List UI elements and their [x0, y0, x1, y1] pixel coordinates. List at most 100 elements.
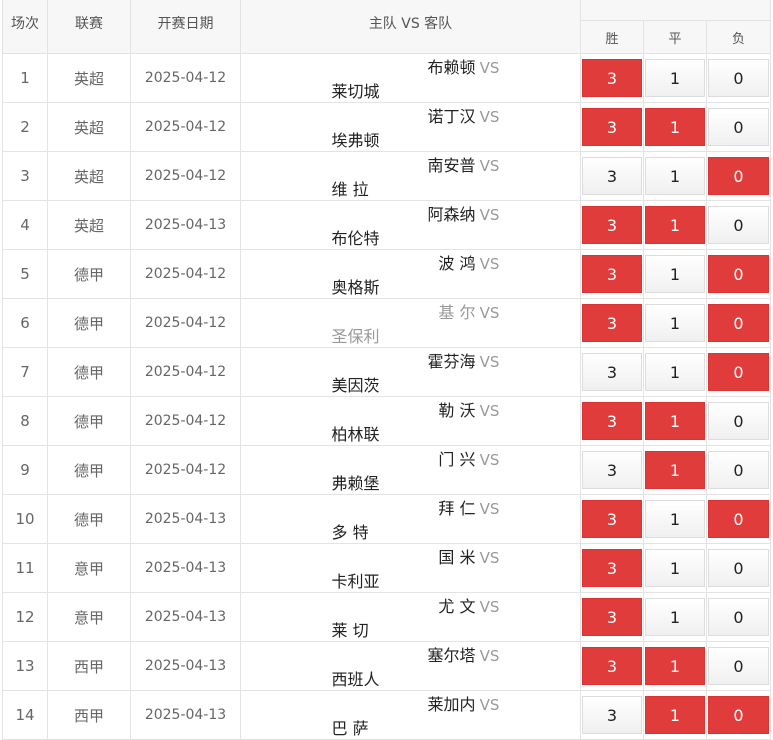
- draw-option-button[interactable]: 1: [645, 402, 705, 440]
- option-cell: 1: [643, 543, 707, 593]
- col-header-draw: 平: [643, 20, 707, 54]
- option-cell: 3: [580, 298, 644, 348]
- away-team: 多 特: [331, 523, 369, 542]
- option-cell: 0: [705, 347, 772, 397]
- match-number: 2: [2, 102, 48, 152]
- lose-option-button[interactable]: 0: [708, 157, 770, 195]
- lose-option-button[interactable]: 0: [708, 549, 770, 587]
- win-option-button[interactable]: 3: [582, 402, 642, 440]
- lose-option-button[interactable]: 0: [708, 451, 770, 489]
- win-option-button[interactable]: 3: [582, 353, 642, 391]
- vs-label: VS: [479, 108, 500, 126]
- win-option-button[interactable]: 3: [582, 500, 642, 538]
- league-name: 英超: [47, 53, 131, 103]
- draw-option-button[interactable]: 1: [645, 304, 705, 342]
- match-date: 2025-04-12: [130, 102, 241, 152]
- lose-option-button[interactable]: 0: [708, 647, 770, 685]
- match-teams-cell: 拜 仁 VS 多 特: [240, 494, 581, 544]
- table-row: 6 德甲 2025-04-12 基 尔 VS 圣保利 3 1 0: [2, 298, 772, 348]
- draw-option-button[interactable]: 1: [645, 647, 705, 685]
- lose-option-button[interactable]: 0: [708, 500, 770, 538]
- draw-option-button[interactable]: 1: [645, 598, 705, 636]
- col-header-idx: 场次: [2, 0, 48, 54]
- league-name: 德甲: [47, 445, 131, 495]
- option-cell: 3: [580, 494, 644, 544]
- win-option-button[interactable]: 3: [582, 451, 642, 489]
- draw-option-button[interactable]: 1: [645, 108, 705, 146]
- option-cell: 0: [705, 690, 772, 740]
- lose-option-button[interactable]: 0: [708, 598, 770, 636]
- table-row: 10 德甲 2025-04-13 拜 仁 VS多 特310: [2, 494, 772, 544]
- option-cell: 1: [643, 151, 707, 201]
- match-date: 2025-04-13: [130, 690, 241, 740]
- option-cell: 1: [643, 347, 707, 397]
- col-header-options-group: [579, 0, 772, 21]
- league-name: 意甲: [47, 543, 131, 593]
- lottery-selection-table-container: 场次 联赛 开赛日期 主队 VS 客队 胜 平 负 1 英超 2025-04-12 布…: [0, 0, 773, 740]
- match-number: 4: [2, 200, 48, 250]
- match-teams-cell: 基 尔 VS 圣保利: [240, 298, 581, 348]
- match-number: 10: [2, 494, 48, 544]
- table-row: 9 德甲 2025-04-12 门 兴 VS 弗赖堡 3 1 0: [2, 445, 772, 495]
- lose-option-button[interactable]: 0: [708, 696, 770, 734]
- match-table: 场次 联赛 开赛日期 主队 VS 客队 胜 平 负 1 英超 2025-04-12 布…: [2, 0, 772, 740]
- table-row: 13 西甲 2025-04-13 塞尔塔 VS 西班人 3 1 0: [2, 641, 772, 691]
- vs-label: VS: [479, 696, 500, 714]
- match-teams-cell: 塞尔塔 VS 西班人: [240, 641, 581, 691]
- table-row: 7 德甲 2025-04-12 霍芬海 VS 美因茨 3 1 0: [2, 347, 772, 397]
- home-team: 塞尔塔: [427, 646, 476, 665]
- option-cell: 1: [643, 200, 707, 250]
- match-teams-cell: 门 兴 VS 弗赖堡: [240, 445, 581, 495]
- match-teams-cell: 霍芬海 VS 美因茨: [240, 347, 581, 397]
- draw-option-button[interactable]: 1: [645, 255, 705, 293]
- win-option-button[interactable]: 3: [582, 647, 642, 685]
- home-team: 莱加内: [427, 695, 476, 714]
- lose-option-button[interactable]: 0: [708, 59, 770, 97]
- lose-option-button[interactable]: 0: [708, 304, 770, 342]
- option-cell: 1: [643, 690, 707, 740]
- match-teams-cell: 尤 文 VS 莱 切: [240, 592, 581, 642]
- lose-option-button[interactable]: 0: [708, 255, 770, 293]
- league-name: 西甲: [47, 641, 131, 691]
- draw-option-button[interactable]: 1: [645, 206, 705, 244]
- lose-option-button[interactable]: 0: [708, 108, 770, 146]
- match-date: 2025-04-12: [130, 298, 241, 348]
- match-number: 5: [2, 249, 48, 299]
- draw-option-button[interactable]: 1: [645, 549, 705, 587]
- win-option-button[interactable]: 3: [582, 304, 642, 342]
- win-option-button[interactable]: 3: [582, 598, 642, 636]
- option-cell: 0: [705, 200, 772, 250]
- vs-label: VS: [479, 206, 500, 224]
- home-team: 南安普: [427, 156, 476, 175]
- draw-option-button[interactable]: 1: [645, 59, 705, 97]
- lose-option-button[interactable]: 0: [708, 402, 770, 440]
- option-cell: 0: [705, 494, 772, 544]
- match-number: 12: [2, 592, 48, 642]
- win-option-button[interactable]: 3: [582, 255, 642, 293]
- home-team: 勒 沃: [438, 401, 476, 420]
- lose-option-button[interactable]: 0: [708, 353, 770, 391]
- option-cell: 3: [580, 347, 644, 397]
- win-option-button[interactable]: 3: [582, 549, 642, 587]
- draw-option-button[interactable]: 1: [645, 500, 705, 538]
- away-team: 奥格斯: [331, 278, 380, 297]
- draw-option-button[interactable]: 1: [645, 696, 705, 734]
- win-option-button[interactable]: 3: [582, 696, 642, 734]
- win-option-button[interactable]: 3: [582, 157, 642, 195]
- draw-option-button[interactable]: 1: [645, 451, 705, 489]
- option-cell: 3: [580, 690, 644, 740]
- vs-label: VS: [479, 255, 500, 273]
- draw-option-button[interactable]: 1: [645, 353, 705, 391]
- option-cell: 1: [643, 102, 707, 152]
- away-team: 卡利亚: [331, 572, 380, 591]
- win-option-button[interactable]: 3: [582, 59, 642, 97]
- option-cell: 1: [643, 249, 707, 299]
- win-option-button[interactable]: 3: [582, 206, 642, 244]
- match-rows: 1 英超 2025-04-12 布赖顿 VS莱切城 3 1 0 2 英超 2025-04-12 诺丁汉…: [2, 53, 772, 740]
- draw-option-button[interactable]: 1: [645, 157, 705, 195]
- col-header-lose: 负: [705, 20, 772, 54]
- league-name: 德甲: [47, 298, 131, 348]
- win-option-button[interactable]: 3: [582, 108, 642, 146]
- match-date: 2025-04-13: [130, 641, 241, 691]
- lose-option-button[interactable]: 0: [708, 206, 770, 244]
